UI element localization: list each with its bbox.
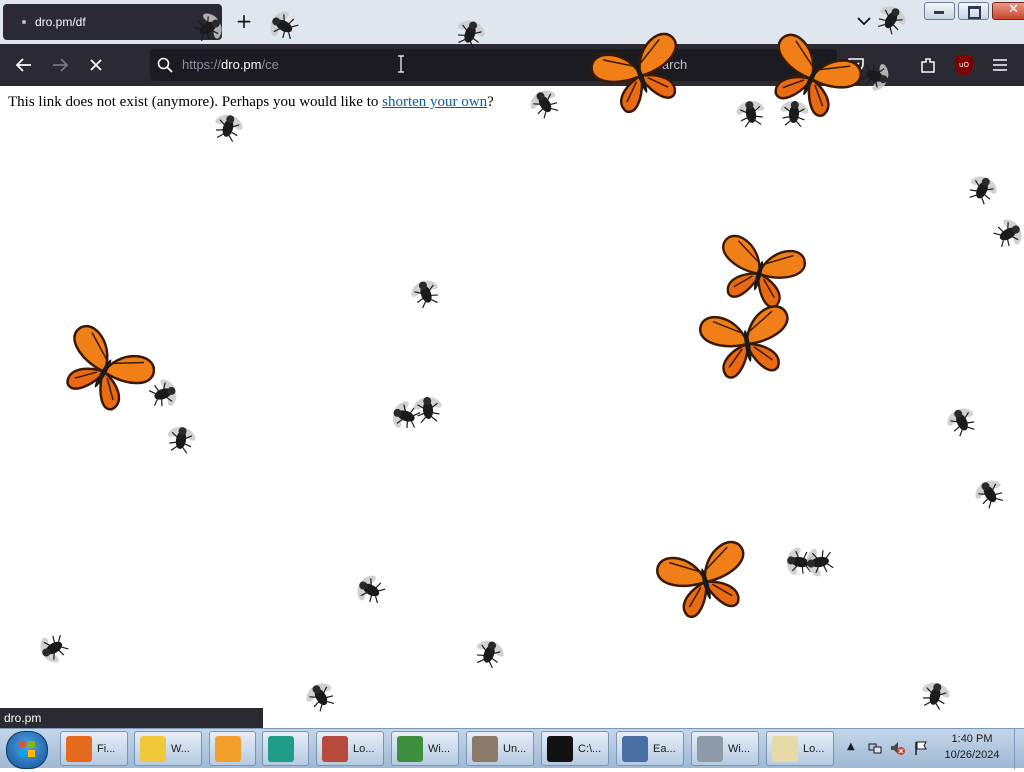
fly-icon <box>527 86 563 122</box>
fly-icon <box>776 97 812 128</box>
windows-logo-icon <box>19 741 35 757</box>
taskbar-button[interactable]: Ea... <box>616 731 684 766</box>
message-text: This link does not exist (anymore). Perh… <box>8 94 383 110</box>
fly-icon <box>36 630 72 666</box>
fly-icon <box>410 393 446 424</box>
taskbar-button[interactable]: Un... <box>466 731 534 766</box>
fly-icon <box>408 276 444 312</box>
fly-icon <box>857 58 893 94</box>
url-path: /ce <box>261 57 279 72</box>
monitor-icon <box>397 735 423 762</box>
7zip-icon <box>547 735 573 762</box>
taskbar-button[interactable]: Wi... <box>391 731 459 766</box>
taskbar-button-label: Wi... <box>728 742 750 755</box>
taskbar-button[interactable]: Lo... <box>316 731 384 766</box>
butterfly-icon <box>757 29 867 127</box>
fly-icon <box>210 110 246 145</box>
butterfly-icon <box>55 320 155 420</box>
taskbar-button-label: C:\... <box>578 742 602 755</box>
title-bar: dro.pm/df + ✕ <box>0 0 1024 44</box>
volume-muted-icon[interactable] <box>889 740 905 756</box>
tab-loading-indicator <box>22 20 26 24</box>
fly-icon <box>873 2 909 38</box>
clock-date: 10/26/2024 <box>944 749 1000 761</box>
taskbar-button-label: Lo... <box>353 742 375 755</box>
taskbar-button-label: Fi... <box>97 742 116 755</box>
clock-time: 1:40 PM <box>951 733 993 745</box>
taskbar-button-label: Un... <box>503 742 527 755</box>
folder-icon <box>140 735 166 762</box>
clock[interactable]: 1:40 PM 10/26/2024 <box>930 731 1014 763</box>
search-icon <box>157 57 173 77</box>
close-button[interactable]: ✕ <box>992 2 1024 20</box>
notepad-icon <box>772 735 798 762</box>
firefox-icon <box>66 735 92 762</box>
url-host: dro.pm <box>221 57 262 72</box>
back-arrow-icon[interactable] <box>13 54 35 76</box>
shorten-link[interactable]: shorten your own <box>382 94 487 110</box>
taskbar-button[interactable]: Fi... <box>60 731 128 766</box>
computer-icon <box>622 735 648 762</box>
butterfly-icon <box>653 537 758 624</box>
new-tab-button[interactable]: + <box>232 9 256 33</box>
status-bar: dro.pm <box>0 708 263 728</box>
taskbar-button-label: Ea... <box>653 742 676 755</box>
taskbar-button[interactable] <box>209 731 256 766</box>
taskbar-button[interactable]: Wi... <box>691 731 759 766</box>
fly-icon <box>944 404 980 440</box>
extensions-icon[interactable] <box>917 54 939 76</box>
taskbar-button[interactable]: C:\... <box>541 731 609 766</box>
app-icon <box>322 735 348 762</box>
taskbar-button[interactable]: Lo... <box>766 731 834 766</box>
taskbar-button[interactable]: W... <box>134 731 202 766</box>
window-controls: ✕ <box>924 2 1024 20</box>
error-message: This link does not exist (anymore). Perh… <box>8 94 494 111</box>
butterfly-icon <box>697 303 798 383</box>
fly-icon <box>190 10 226 46</box>
fly-icon <box>917 678 953 713</box>
fly-icon <box>266 8 302 44</box>
fly-icon <box>452 16 488 52</box>
fly-icon <box>990 216 1024 252</box>
butterfly-icon <box>586 29 694 121</box>
tab-title: dro.pm/df <box>35 15 86 29</box>
scanner-icon <box>697 735 723 762</box>
fly-icon <box>353 572 389 608</box>
start-button[interactable] <box>6 731 48 769</box>
teal-app-icon <box>268 735 294 762</box>
fly-icon <box>964 172 1000 208</box>
url-text[interactable]: https://dro.pm/ce <box>182 57 279 72</box>
message-suffix: ? <box>487 94 494 110</box>
show-hidden-icons-icon[interactable]: ▲ <box>847 741 855 752</box>
network-icon[interactable] <box>867 740 883 754</box>
fly-icon <box>972 476 1008 512</box>
fly-icon <box>802 544 836 580</box>
fly-icon <box>471 636 507 672</box>
taskbar-button[interactable] <box>262 731 309 766</box>
text-cursor-icon <box>397 55 404 73</box>
fly-icon <box>163 422 199 456</box>
taskbar: Fi... W... Lo... Wi... Un... C:\... Ea... Wi...… <box>0 728 1024 769</box>
taskbar-button-label: W... <box>171 742 190 755</box>
hamburger-menu-icon[interactable] <box>989 54 1011 76</box>
fly-icon <box>303 679 339 715</box>
ublock-origin-icon[interactable]: uO <box>955 55 973 75</box>
restore-button[interactable] <box>958 2 989 20</box>
forward-arrow-icon[interactable] <box>49 54 71 76</box>
stop-loading-icon[interactable] <box>85 54 107 76</box>
ublock-label: uO <box>959 61 969 69</box>
taskbar-button-label: Wi... <box>428 742 450 755</box>
media-player-icon <box>215 735 241 762</box>
taskbar-button-label: Lo... <box>803 742 825 755</box>
minimize-button[interactable] <box>924 2 955 20</box>
tools-icon <box>472 735 498 762</box>
action-center-flag-icon[interactable] <box>913 740 929 756</box>
fly-icon <box>733 96 769 130</box>
url-scheme: https:// <box>182 57 222 72</box>
fly-icon <box>145 376 181 412</box>
show-desktop-button[interactable] <box>1014 729 1024 769</box>
